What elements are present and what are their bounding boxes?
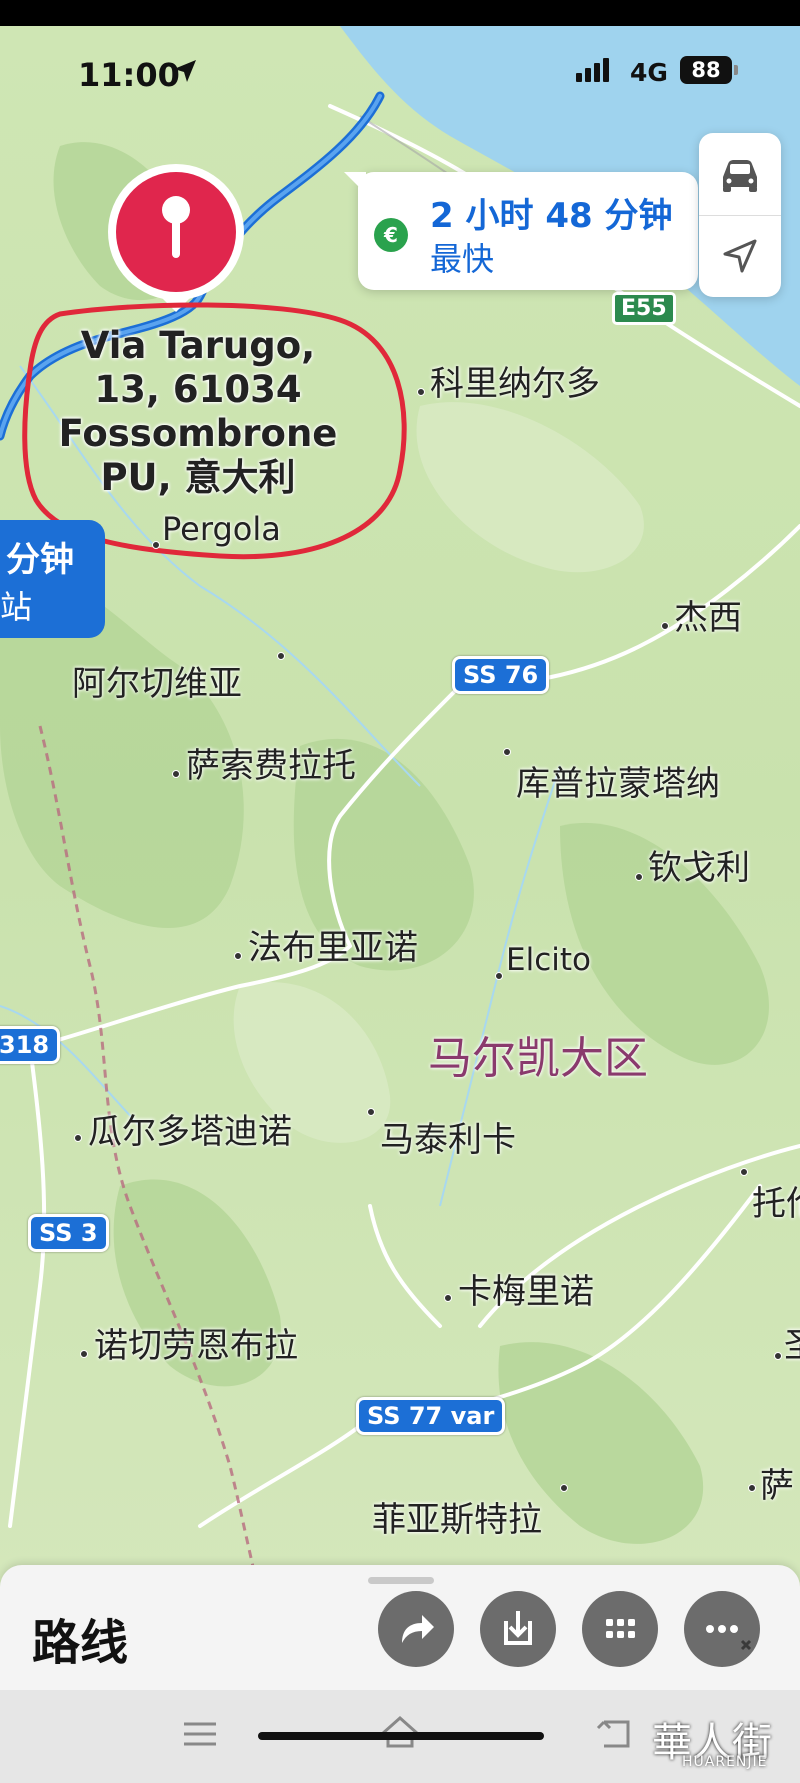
place-dot [234, 952, 242, 960]
watermark: 華人街 HUARENJIE [652, 1710, 772, 1770]
road-shield-ss3: SS 3 [28, 1214, 109, 1252]
route-summary-card[interactable]: € 2 小时 48 分钟 最快 [344, 172, 698, 290]
region-label: 马尔凯大区 [428, 1033, 648, 1084]
place-gualdo-tadino[interactable]: 瓜尔多塔迪诺 [88, 1104, 292, 1153]
road-shield-ss77var: SS 77 var [356, 1397, 506, 1435]
road-shield-318: 318 [0, 1026, 61, 1064]
locate-me-button[interactable] [699, 215, 781, 297]
place-cingoli[interactable]: 钦戈利 [648, 840, 750, 889]
place-elcito[interactable]: Elcito [506, 942, 591, 978]
more-icon [706, 1625, 752, 1651]
place-corinaldo[interactable]: 科里纳尔多 [430, 356, 600, 405]
road-shield-e55: E55 [612, 292, 676, 325]
euro-icon: € [374, 218, 408, 252]
place-dot [74, 1134, 82, 1142]
signal-bars-icon [576, 58, 612, 82]
navigation-arrow-icon [723, 239, 757, 273]
place-camerino[interactable]: 卡梅里诺 [458, 1264, 594, 1313]
route-duration: 2 小时 48 分钟 [430, 196, 673, 236]
more-button[interactable] [684, 1591, 760, 1667]
place-sarnano[interactable]: 萨 [760, 1458, 794, 1507]
home-indicator[interactable] [258, 1732, 544, 1740]
sheet-grabber[interactable] [368, 1577, 434, 1584]
place-dot [172, 770, 180, 778]
phone-screen: 11:00 4G 88 € 2 小时 48 分钟 最快 Via Tarugo, … [0, 0, 800, 1783]
place-dot [495, 972, 503, 980]
place-dot [277, 652, 285, 660]
place-dot [635, 873, 643, 881]
place-jesi[interactable]: 杰西 [674, 590, 742, 639]
place-dot [560, 1484, 568, 1492]
map-controls [699, 133, 781, 297]
battery-level: 88 [680, 56, 732, 84]
place-dot [152, 541, 160, 549]
grid-button[interactable] [582, 1591, 658, 1667]
download-button[interactable] [480, 1591, 556, 1667]
sheet-title: 路线 [32, 1615, 129, 1671]
battery-nub [734, 65, 738, 75]
place-dot [367, 1108, 375, 1116]
location-arrow-icon [174, 60, 196, 82]
place-dot [661, 622, 669, 630]
share-icon [402, 1615, 434, 1643]
route-subtitle: 最快 [430, 240, 495, 278]
menu-icon[interactable] [180, 1716, 220, 1752]
transport-mode-button[interactable] [699, 133, 781, 215]
place-fabriano[interactable]: 法布里亚诺 [248, 920, 418, 969]
download-icon [504, 1611, 532, 1645]
car-icon [723, 160, 757, 192]
place-dot [417, 388, 425, 396]
back-icon[interactable] [594, 1716, 634, 1752]
top-black-bar [0, 0, 800, 26]
place-matelica[interactable]: 马泰利卡 [380, 1112, 516, 1161]
place-san-severino[interactable]: 圣 [784, 1318, 800, 1367]
watermark-sub: HUARENJIE [682, 1754, 768, 1770]
share-button[interactable] [378, 1591, 454, 1667]
place-nocera-umbra[interactable]: 诺切劳恩布拉 [94, 1318, 298, 1367]
place-tolentino[interactable]: 托伦 [752, 1176, 800, 1225]
alt-route-eta-pill[interactable]: 分钟 站 [0, 520, 105, 638]
place-dot [740, 1168, 748, 1176]
alt-route-line2: 站 [0, 588, 33, 626]
place-cupramontana[interactable]: 库普拉蒙塔纳 [516, 756, 720, 805]
place-pergola[interactable]: Pergola [162, 510, 281, 548]
place-dot [444, 1294, 452, 1302]
place-dot [80, 1350, 88, 1358]
place-dot [774, 1352, 782, 1360]
road-shield-ss76: SS 76 [452, 656, 550, 694]
status-time: 11:00 [78, 56, 180, 94]
destination-pin-icon[interactable] [106, 162, 246, 312]
place-arcevia[interactable]: 阿尔切维亚 [72, 656, 242, 705]
bottom-sheet[interactable]: 路线 [0, 1565, 800, 1695]
place-dot [748, 1484, 756, 1492]
place-sassoferrato[interactable]: 萨索费拉托 [186, 738, 356, 787]
status-bar: 11:00 4G 88 [0, 26, 800, 122]
place-dot [503, 748, 511, 756]
place-fiastra[interactable]: 菲亚斯特拉 [372, 1492, 542, 1541]
network-type: 4G [630, 58, 668, 87]
grid-icon [606, 1619, 635, 1638]
alt-route-line1: 分钟 [6, 540, 74, 580]
